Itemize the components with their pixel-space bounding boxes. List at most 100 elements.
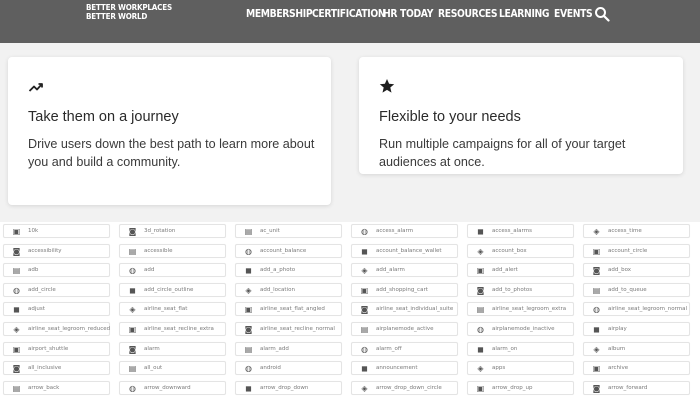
- icon-chip-label: add: [144, 267, 155, 274]
- icon-chip-label: arrow_downward: [144, 384, 191, 391]
- top-navigation-bar: BETTER WORKPLACES BETTER WORLD MEMBERSHI…: [0, 0, 700, 43]
- icon-chip-add-a-photo[interactable]: ◼ add_a_photo: [235, 263, 342, 278]
- icon-chip-add-to-queue[interactable]: ▤ add_to_queue: [583, 282, 690, 297]
- icon-chip-all-inclusive[interactable]: ◙ all_inclusive: [3, 361, 110, 376]
- icon-chip-album[interactable]: ◈ album: [583, 341, 690, 356]
- icon-chip-add-alert[interactable]: ▣ add_alert: [467, 263, 574, 278]
- icon-chip-all-out[interactable]: ▤ all_out: [119, 361, 226, 376]
- icon-chip-accessible[interactable]: ▤ accessible: [119, 243, 226, 258]
- icon-chip-airline-seat-recline-normal[interactable]: ◙ airline_seat_recline_normal: [235, 322, 342, 336]
- airplay-icon: ◼: [593, 325, 600, 334]
- icon-chip-alarm[interactable]: ◙ alarm: [119, 341, 226, 356]
- icon-chip-android[interactable]: ◍ android: [235, 361, 342, 376]
- icon-chip-arrow-back[interactable]: ▤ arrow_back: [3, 380, 110, 395]
- add-to-queue-icon: ▤: [592, 285, 601, 295]
- star-icon: [379, 79, 395, 93]
- icon-chip-3d-rotation[interactable]: ◙ 3d_rotation: [119, 224, 226, 238]
- icon-chip-arrow-forward[interactable]: ◙ arrow_forward: [583, 380, 690, 395]
- android-icon: ◍: [245, 364, 252, 374]
- search-icon[interactable]: [594, 6, 610, 22]
- album-icon: ◈: [593, 344, 600, 354]
- icon-chip-airport-shuttle[interactable]: ▣ airport_shuttle: [3, 341, 110, 356]
- icon-chip-label: accessible: [144, 247, 173, 254]
- icon-chip-label: alarm_off: [376, 345, 402, 352]
- icon-chip-account-circle[interactable]: ▣ account_circle: [583, 243, 690, 258]
- icon-chip-airline-seat-individual-suite[interactable]: ◙ airline_seat_individual_suite: [351, 302, 458, 317]
- icon-chip-access-time[interactable]: ◈ access_time: [583, 224, 690, 238]
- icon-chip-add[interactable]: ◍ add: [119, 263, 226, 278]
- icon-chip-add-shopping-cart[interactable]: ▣ add_shopping_cart: [351, 282, 458, 297]
- icon-chip-add-circle-outline[interactable]: ◼ add_circle_outline: [119, 282, 226, 297]
- access-alarms-icon: ◼: [477, 227, 484, 236]
- icon-chip-airplanemode-active[interactable]: ▤ airplanemode_active: [351, 322, 458, 336]
- nav-item-events[interactable]: EVENTS: [554, 5, 593, 23]
- nav-item-resources[interactable]: RESOURCES: [438, 5, 497, 23]
- icon-chip-label: arrow_back: [28, 384, 60, 391]
- icon-chip-account-balance[interactable]: ◍ account_balance: [235, 243, 342, 258]
- icon-chip-airline-seat-legroom-reduced[interactable]: ◈ airline_seat_legroom_reduced: [3, 322, 110, 336]
- archive-icon: ▣: [592, 364, 601, 374]
- icon-chip-accessibility[interactable]: ◙ accessibility: [3, 243, 110, 258]
- icon-chip-account-box[interactable]: ◈ account_box: [467, 243, 574, 258]
- icon-chip-label: 3d_rotation: [144, 228, 176, 234]
- 3d-rotation-icon: ◙: [128, 227, 137, 236]
- icon-chip-airplanemode-inactive[interactable]: ◍ airplanemode_inactive: [467, 322, 574, 336]
- logo[interactable]: BETTER WORKPLACES BETTER WORLD: [86, 3, 172, 21]
- icon-chip-arrow-drop-down[interactable]: ◼ arrow_drop_down: [235, 380, 342, 395]
- icon-chip-apps[interactable]: ◈ apps: [467, 361, 574, 376]
- icon-chip-airline-seat-recline-extra[interactable]: ▣ airline_seat_recline_extra: [119, 322, 226, 336]
- icon-chip-airline-seat-legroom-extra[interactable]: ▤ airline_seat_legroom_extra: [467, 302, 574, 317]
- icon-chip-label: all_inclusive: [28, 365, 62, 372]
- airline-seat-flat-icon: ◈: [129, 305, 136, 315]
- icon-chip-add-circle[interactable]: ◍ add_circle: [3, 282, 110, 297]
- icon-grid: ▣ 10k ◙ 3d_rotation ▤ ac_unit ◍ access_alarm ◼ ac…: [0, 222, 700, 400]
- icon-chip-ac-unit[interactable]: ▤ ac_unit: [235, 224, 342, 238]
- icon-chip-label: add_to_queue: [608, 286, 647, 293]
- icon-chip-arrow-downward[interactable]: ◍ arrow_downward: [119, 380, 226, 395]
- icon-chip-adb[interactable]: ▤ adb: [3, 263, 110, 278]
- icon-chip-label: announcement: [376, 365, 418, 372]
- icon-chip-airline-seat-flat[interactable]: ◈ airline_seat_flat: [119, 302, 226, 317]
- icon-chip-add-alarm[interactable]: ◈ add_alarm: [351, 263, 458, 278]
- nav-item-membership[interactable]: MEMBERSHIP: [246, 5, 313, 23]
- accessible-icon: ▤: [128, 246, 137, 256]
- card-description: Run multiple campaigns for all of your t…: [379, 137, 626, 169]
- icon-chip-alarm-on[interactable]: ◼ alarm_on: [467, 341, 574, 356]
- icon-chip-airline-seat-flat-angled[interactable]: ▣ airline_seat_flat_angled: [235, 302, 342, 317]
- icon-chip-label: adjust: [28, 306, 45, 313]
- icon-chip-announcement[interactable]: ◼ announcement: [351, 361, 458, 376]
- account-balance-wallet-icon: ◼: [361, 246, 368, 256]
- icon-chip-archive[interactable]: ▣ archive: [583, 361, 690, 376]
- icon-chip-label: add_alert: [492, 267, 518, 274]
- icon-chip-label: accessibility: [28, 247, 62, 254]
- icon-chip-10k[interactable]: ▣ 10k: [3, 224, 110, 238]
- icon-chip-label: airport_shuttle: [28, 345, 69, 352]
- access-alarm-icon: ◍: [361, 227, 368, 236]
- icon-chip-access-alarms[interactable]: ◼ access_alarms: [467, 224, 574, 238]
- icon-chip-alarm-off[interactable]: ◍ alarm_off: [351, 341, 458, 356]
- icon-chip-airplay[interactable]: ◼ airplay: [583, 322, 690, 336]
- icon-chip-label: add_circle: [28, 286, 56, 293]
- feature-card-flexible: Flexible to your needs Run multiple camp…: [359, 57, 683, 174]
- announcement-icon: ◼: [361, 364, 368, 374]
- nav-item-learning[interactable]: LEARNING: [499, 5, 549, 23]
- icon-chip-access-alarm[interactable]: ◍ access_alarm: [351, 224, 458, 238]
- card-title: Take them on a journey: [28, 109, 179, 125]
- nav-item-certification[interactable]: CERTIFICATION: [312, 5, 386, 23]
- icon-chip-airline-seat-legroom-normal[interactable]: ◍ airline_seat_legroom_normal: [583, 302, 690, 317]
- icon-chip-adjust[interactable]: ◼ adjust: [3, 302, 110, 317]
- nav-item-hr-today[interactable]: HR TODAY: [383, 5, 433, 23]
- icon-chip-account-balance-wallet[interactable]: ◼ account_balance_wallet: [351, 243, 458, 258]
- airline-seat-recline-normal-icon: ◙: [244, 325, 253, 334]
- icon-chip-add-location[interactable]: ◈ add_location: [235, 282, 342, 297]
- arrow-back-icon: ▤: [12, 383, 21, 393]
- icon-chip-label: android: [260, 365, 281, 372]
- icon-chip-add-box[interactable]: ◙ add_box: [583, 263, 690, 278]
- icon-chip-arrow-drop-down-circle[interactable]: ◈ arrow_drop_down_circle: [351, 380, 458, 395]
- icon-chip-label: arrow_forward: [608, 384, 648, 391]
- icon-chip-arrow-drop-up[interactable]: ▣ arrow_drop_up: [467, 380, 574, 395]
- icon-chip-alarm-add[interactable]: ▤ alarm_add: [235, 341, 342, 356]
- icon-chip-add-to-photos[interactable]: ◙ add_to_photos: [467, 282, 574, 297]
- card-description: Drive users down the best path to learn …: [28, 137, 315, 169]
- icon-chip-label: access_alarms: [492, 228, 532, 234]
